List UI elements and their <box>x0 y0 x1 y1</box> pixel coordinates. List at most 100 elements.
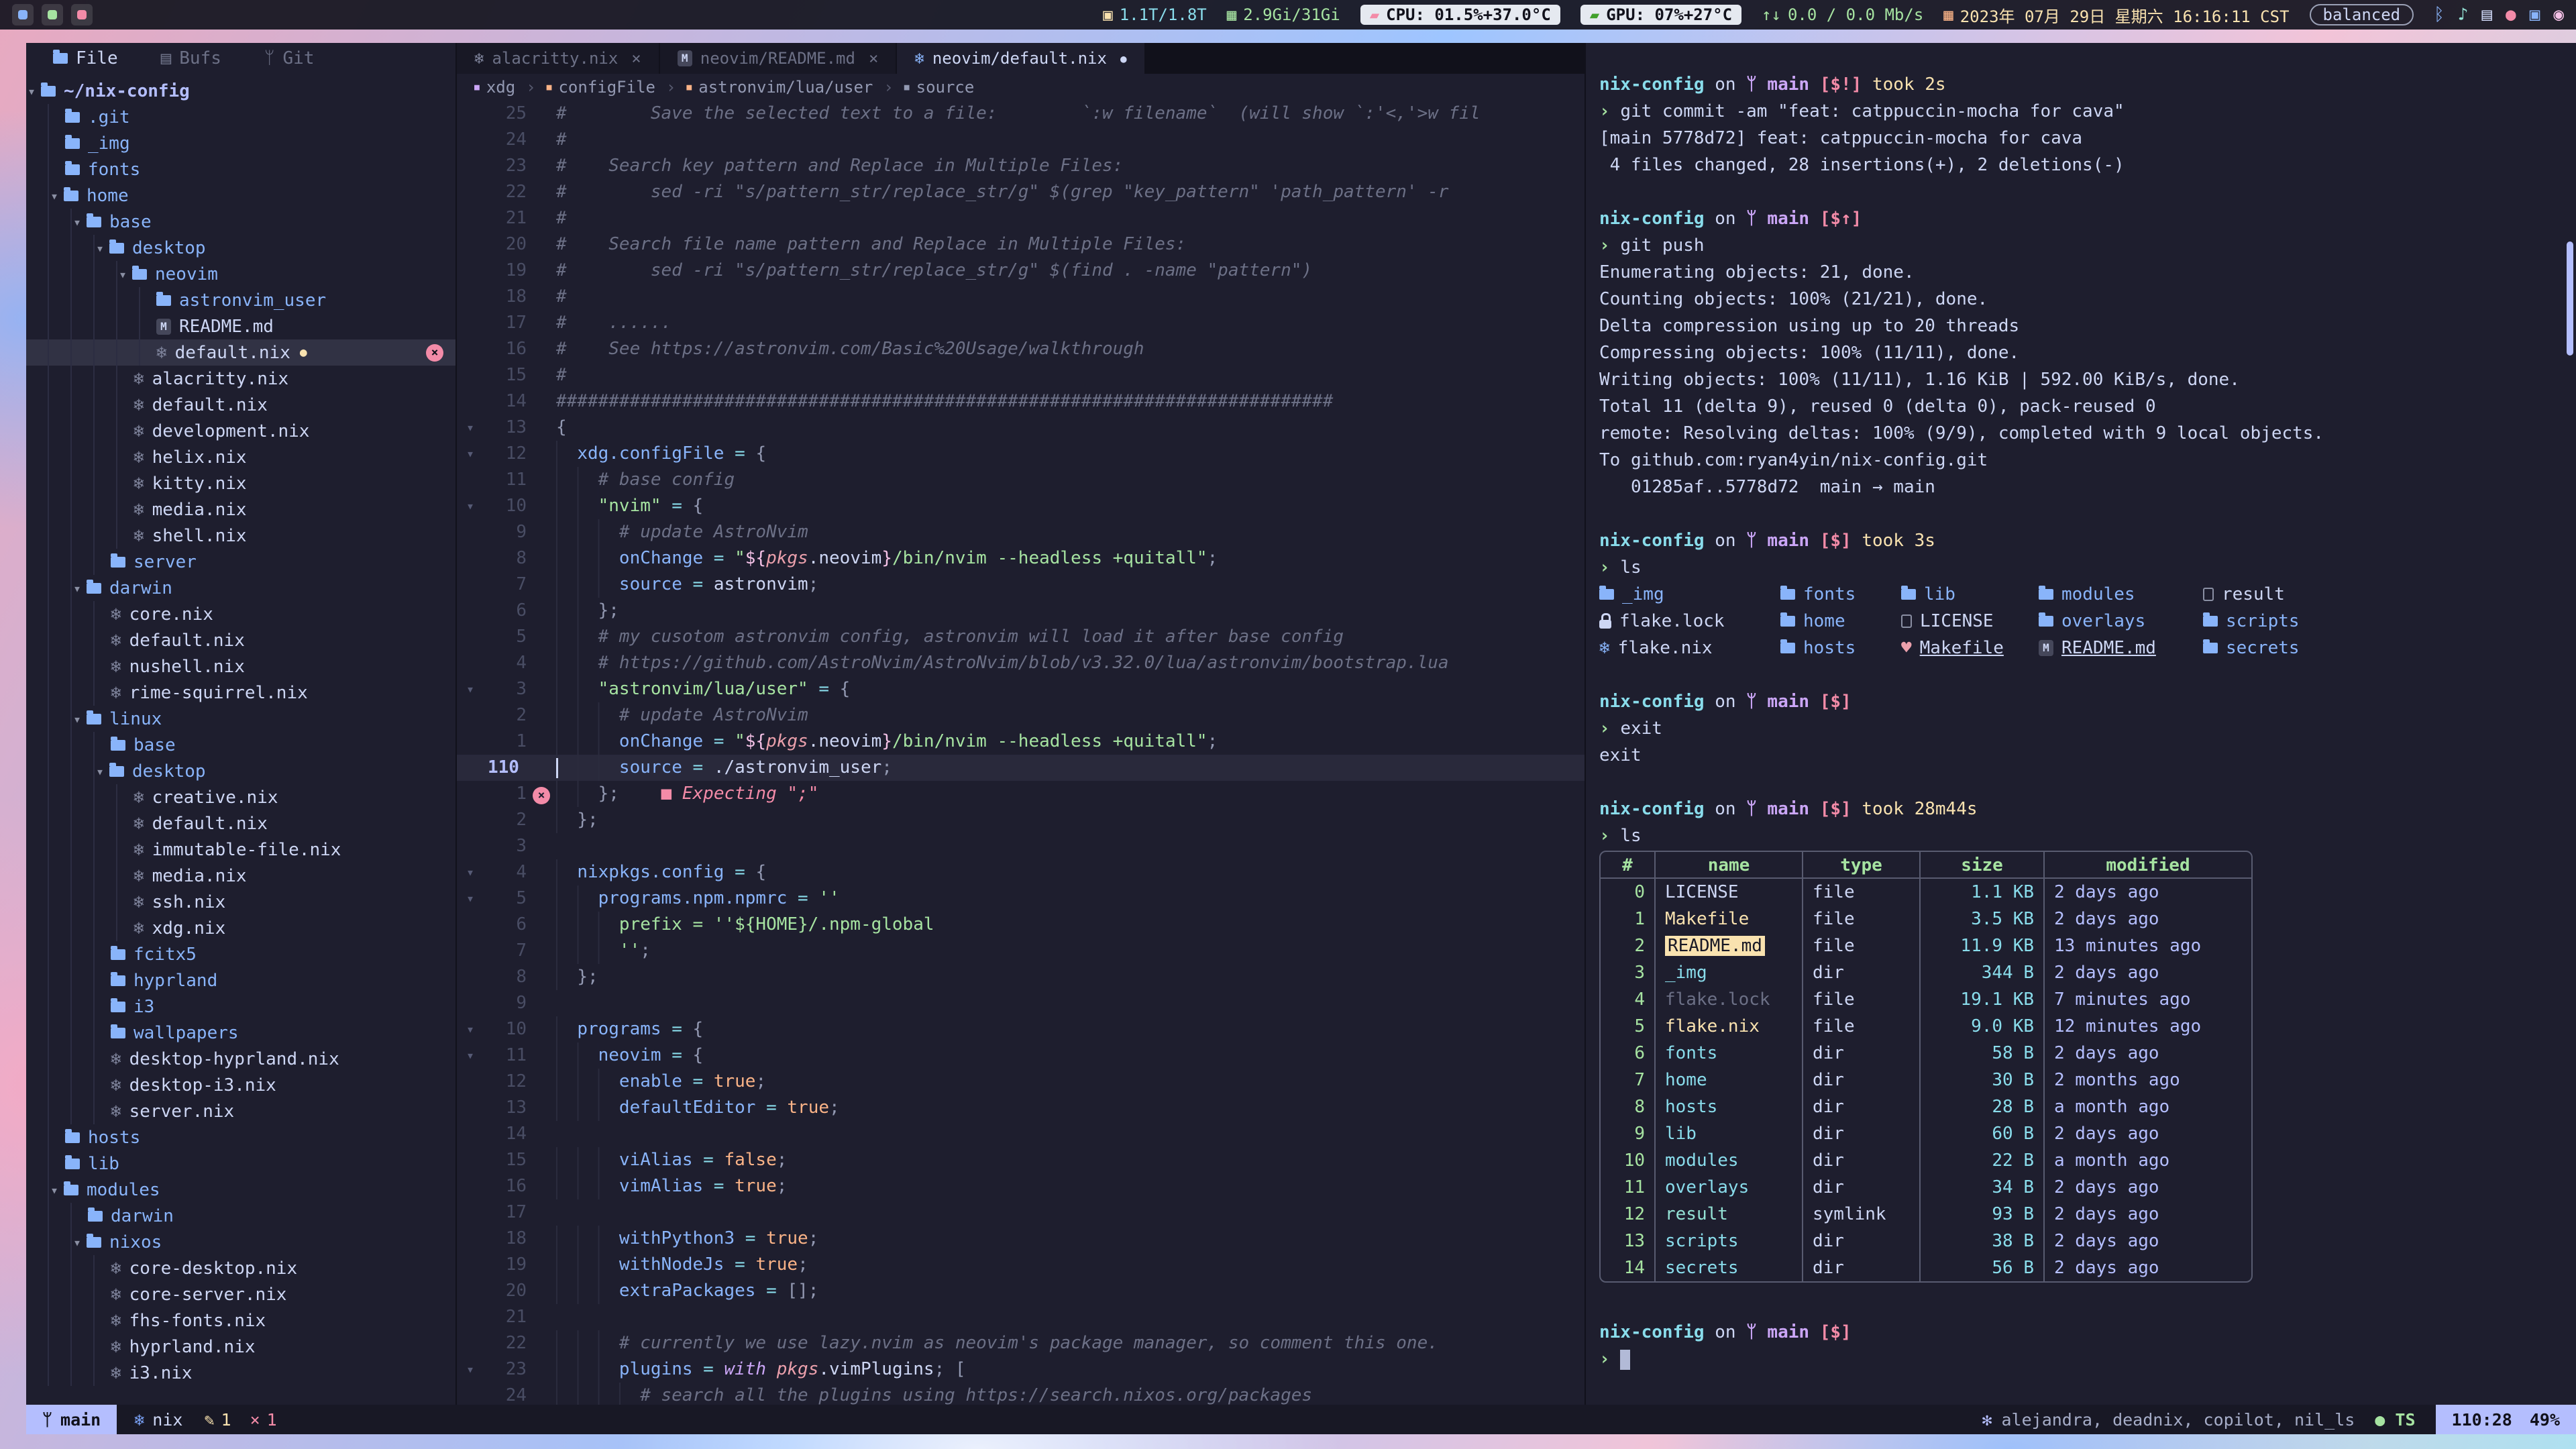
code-line[interactable]: 17 <box>457 1199 1585 1226</box>
tree-item-_img[interactable]: _img <box>26 130 455 156</box>
tree-item-fonts[interactable]: fonts <box>26 156 455 182</box>
breadcrumb-item-source[interactable]: ■source <box>904 78 975 97</box>
git-branch-indicator[interactable]: ᛘ main <box>26 1405 117 1434</box>
code-line[interactable]: 16 vimAlias = true; <box>457 1173 1585 1199</box>
tree-item-media.nix[interactable]: ❄media.nix <box>26 863 455 889</box>
code-line[interactable]: 14######################################… <box>457 388 1585 415</box>
code-line[interactable]: 24# <box>457 127 1585 153</box>
code-line[interactable]: ▾12 xdg.configFile = { <box>457 441 1585 467</box>
code-line[interactable]: ▾5 programs.npm.npmrc = '' <box>457 885 1585 912</box>
tree-item-i3[interactable]: i3 <box>26 994 455 1020</box>
tree-item-wallpapers[interactable]: wallpapers <box>26 1020 455 1046</box>
tree-item-default.nix[interactable]: ❄default.nix <box>26 392 455 418</box>
code-line[interactable]: 7 ''; <box>457 938 1585 964</box>
terminal[interactable]: nix-config on ᛘ main [$!] took 2s› git c… <box>1585 43 2576 1405</box>
tree-item-~/nix-config[interactable]: ▾~/nix-config <box>26 78 455 104</box>
code-line[interactable]: 2 # update AstroNvim <box>457 702 1585 729</box>
display-icon[interactable]: ▣ <box>2530 5 2540 25</box>
tree-item-shell.nix[interactable]: ❄shell.nix <box>26 523 455 549</box>
tree-item-lib[interactable]: lib <box>26 1150 455 1177</box>
tree-item-rime-squirrel.nix[interactable]: ❄rime-squirrel.nix <box>26 680 455 706</box>
code-line[interactable]: 3 <box>457 833 1585 859</box>
code-line[interactable]: 24 # search all the plugins using https:… <box>457 1383 1585 1405</box>
tree-tab-file[interactable]: File <box>53 48 118 68</box>
keyboard-icon[interactable]: ▤ <box>2481 5 2492 25</box>
tree-item-ssh.nix[interactable]: ❄ssh.nix <box>26 889 455 915</box>
tree-item-core-server.nix[interactable]: ❄core-server.nix <box>26 1281 455 1307</box>
code-line[interactable]: 5 # my cusotom astronvim config, astronv… <box>457 624 1585 650</box>
code-line[interactable]: 6 prefix = ''${HOME}/.npm-global <box>457 912 1585 938</box>
code-line[interactable]: 9 <box>457 990 1585 1016</box>
workspace-2[interactable] <box>42 4 63 25</box>
tree-item-xdg.nix[interactable]: ❄xdg.nix <box>26 915 455 941</box>
code-line[interactable]: 4 # https://github.com/AstroNvim/AstroNv… <box>457 650 1585 676</box>
tree-item-README.md[interactable]: MREADME.md <box>26 313 455 339</box>
code-line[interactable]: 12 enable = true; <box>457 1069 1585 1095</box>
code-line[interactable]: 8 onChange = "${pkgs.neovim}/bin/nvim --… <box>457 545 1585 572</box>
code-line[interactable]: ▾23 plugins = with pkgs.vimPlugins; [ <box>457 1356 1585 1383</box>
code-line[interactable]: 11 # base config <box>457 467 1585 493</box>
tree-item-nixos[interactable]: ▾nixos <box>26 1229 455 1255</box>
code-line[interactable]: 1× }; ■ Expecting ";" <box>457 781 1585 807</box>
code-line[interactable]: 6 }; <box>457 598 1585 624</box>
code-line[interactable]: 2 }; <box>457 807 1585 833</box>
code-line[interactable]: 7 source = astronvim; <box>457 572 1585 598</box>
code-line[interactable]: 9 # update AstroNvim <box>457 519 1585 545</box>
code-line[interactable]: 16# See https://astronvim.com/Basic%20Us… <box>457 336 1585 362</box>
code-line[interactable]: 20 extraPackages = []; <box>457 1278 1585 1304</box>
tree-item-core.nix[interactable]: ❄core.nix <box>26 601 455 627</box>
code-line[interactable]: 25# Save the selected text to a file: `:… <box>457 101 1585 127</box>
tree-tab-git[interactable]: ᛘGit <box>264 48 315 68</box>
error-indicator[interactable]: × 1 <box>250 1410 277 1430</box>
code-line[interactable]: 20# Search file name pattern and Replace… <box>457 231 1585 258</box>
tree-item-nushell.nix[interactable]: ❄nushell.nix <box>26 653 455 680</box>
breadcrumb-item-configFile[interactable]: ■configFile <box>547 78 655 97</box>
tree-item-.git[interactable]: .git <box>26 104 455 130</box>
code-line[interactable]: 19# sed -ri "s/pattern_str/replace_str/g… <box>457 258 1585 284</box>
tree-item-desktop[interactable]: ▾desktop <box>26 235 455 261</box>
editor-buffer[interactable]: 25# Save the selected text to a file: `:… <box>457 101 1585 1405</box>
breadcrumb-item-xdg[interactable]: ■xdg <box>474 78 515 97</box>
tree-item-server[interactable]: server <box>26 549 455 575</box>
editor-tab-neovim/README.md[interactable]: Mneovim/README.md× <box>660 43 898 74</box>
tree-item-desktop-hyprland.nix[interactable]: ❄desktop-hyprland.nix <box>26 1046 455 1072</box>
tree-item-default.nix[interactable]: ❄default.nix●× <box>26 339 455 366</box>
tree-item-alacritty.nix[interactable]: ❄alacritty.nix <box>26 366 455 392</box>
breadcrumb-item-astronvim/lua/user[interactable]: ■astronvim/lua/user <box>686 78 873 97</box>
tree-item-fhs-fonts.nix[interactable]: ❄fhs-fonts.nix <box>26 1307 455 1334</box>
code-line[interactable]: ▾13{ <box>457 415 1585 441</box>
workspace-3[interactable] <box>71 4 93 25</box>
code-line[interactable]: 22# sed -ri "s/pattern_str/replace_str/g… <box>457 179 1585 205</box>
code-line[interactable]: 8 }; <box>457 964 1585 990</box>
power-profile[interactable]: balanced <box>2310 4 2414 25</box>
tree-item-hosts[interactable]: hosts <box>26 1124 455 1150</box>
bluetooth-icon[interactable]: ᛒ <box>2434 5 2445 25</box>
code-line[interactable]: 15 viAlias = false; <box>457 1147 1585 1173</box>
code-line[interactable]: ▾10 "nvim" = { <box>457 493 1585 519</box>
code-line[interactable]: 13 defaultEditor = true; <box>457 1095 1585 1121</box>
tree-item-default.nix[interactable]: ❄default.nix <box>26 627 455 653</box>
tree-item-base[interactable]: base <box>26 732 455 758</box>
notification-icon[interactable]: ◉ <box>2553 5 2564 25</box>
terminal-scrollbar[interactable] <box>2567 241 2573 356</box>
tree-item-kitty.nix[interactable]: ❄kitty.nix <box>26 470 455 496</box>
tree-item-media.nix[interactable]: ❄media.nix <box>26 496 455 523</box>
record-icon[interactable]: ● <box>2506 5 2516 25</box>
code-line[interactable]: 21# <box>457 205 1585 231</box>
code-line[interactable]: ▾4 nixpkgs.config = { <box>457 859 1585 885</box>
code-line[interactable]: 23# Search key pattern and Replace in Mu… <box>457 153 1585 179</box>
tree-item-modules[interactable]: ▾modules <box>26 1177 455 1203</box>
tree-item-default.nix[interactable]: ❄default.nix <box>26 810 455 837</box>
code-line[interactable]: ▾11 neovim = { <box>457 1042 1585 1069</box>
code-line[interactable]: 17# ...... <box>457 310 1585 336</box>
workspace-1[interactable] <box>12 4 34 25</box>
tree-item-i3.nix[interactable]: ❄i3.nix <box>26 1360 455 1386</box>
tree-item-hyprland[interactable]: hyprland <box>26 967 455 994</box>
code-line[interactable]: 19 withNodeJs = true; <box>457 1252 1585 1278</box>
tree-item-neovim[interactable]: ▾neovim <box>26 261 455 287</box>
tree-item-creative.nix[interactable]: ❄creative.nix <box>26 784 455 810</box>
code-line[interactable]: 1 onChange = "${pkgs.neovim}/bin/nvim --… <box>457 729 1585 755</box>
code-line[interactable]: 14 <box>457 1121 1585 1147</box>
code-line[interactable]: 22 # currently we use lazy.nvim as neovi… <box>457 1330 1585 1356</box>
tree-item-linux[interactable]: ▾linux <box>26 706 455 732</box>
